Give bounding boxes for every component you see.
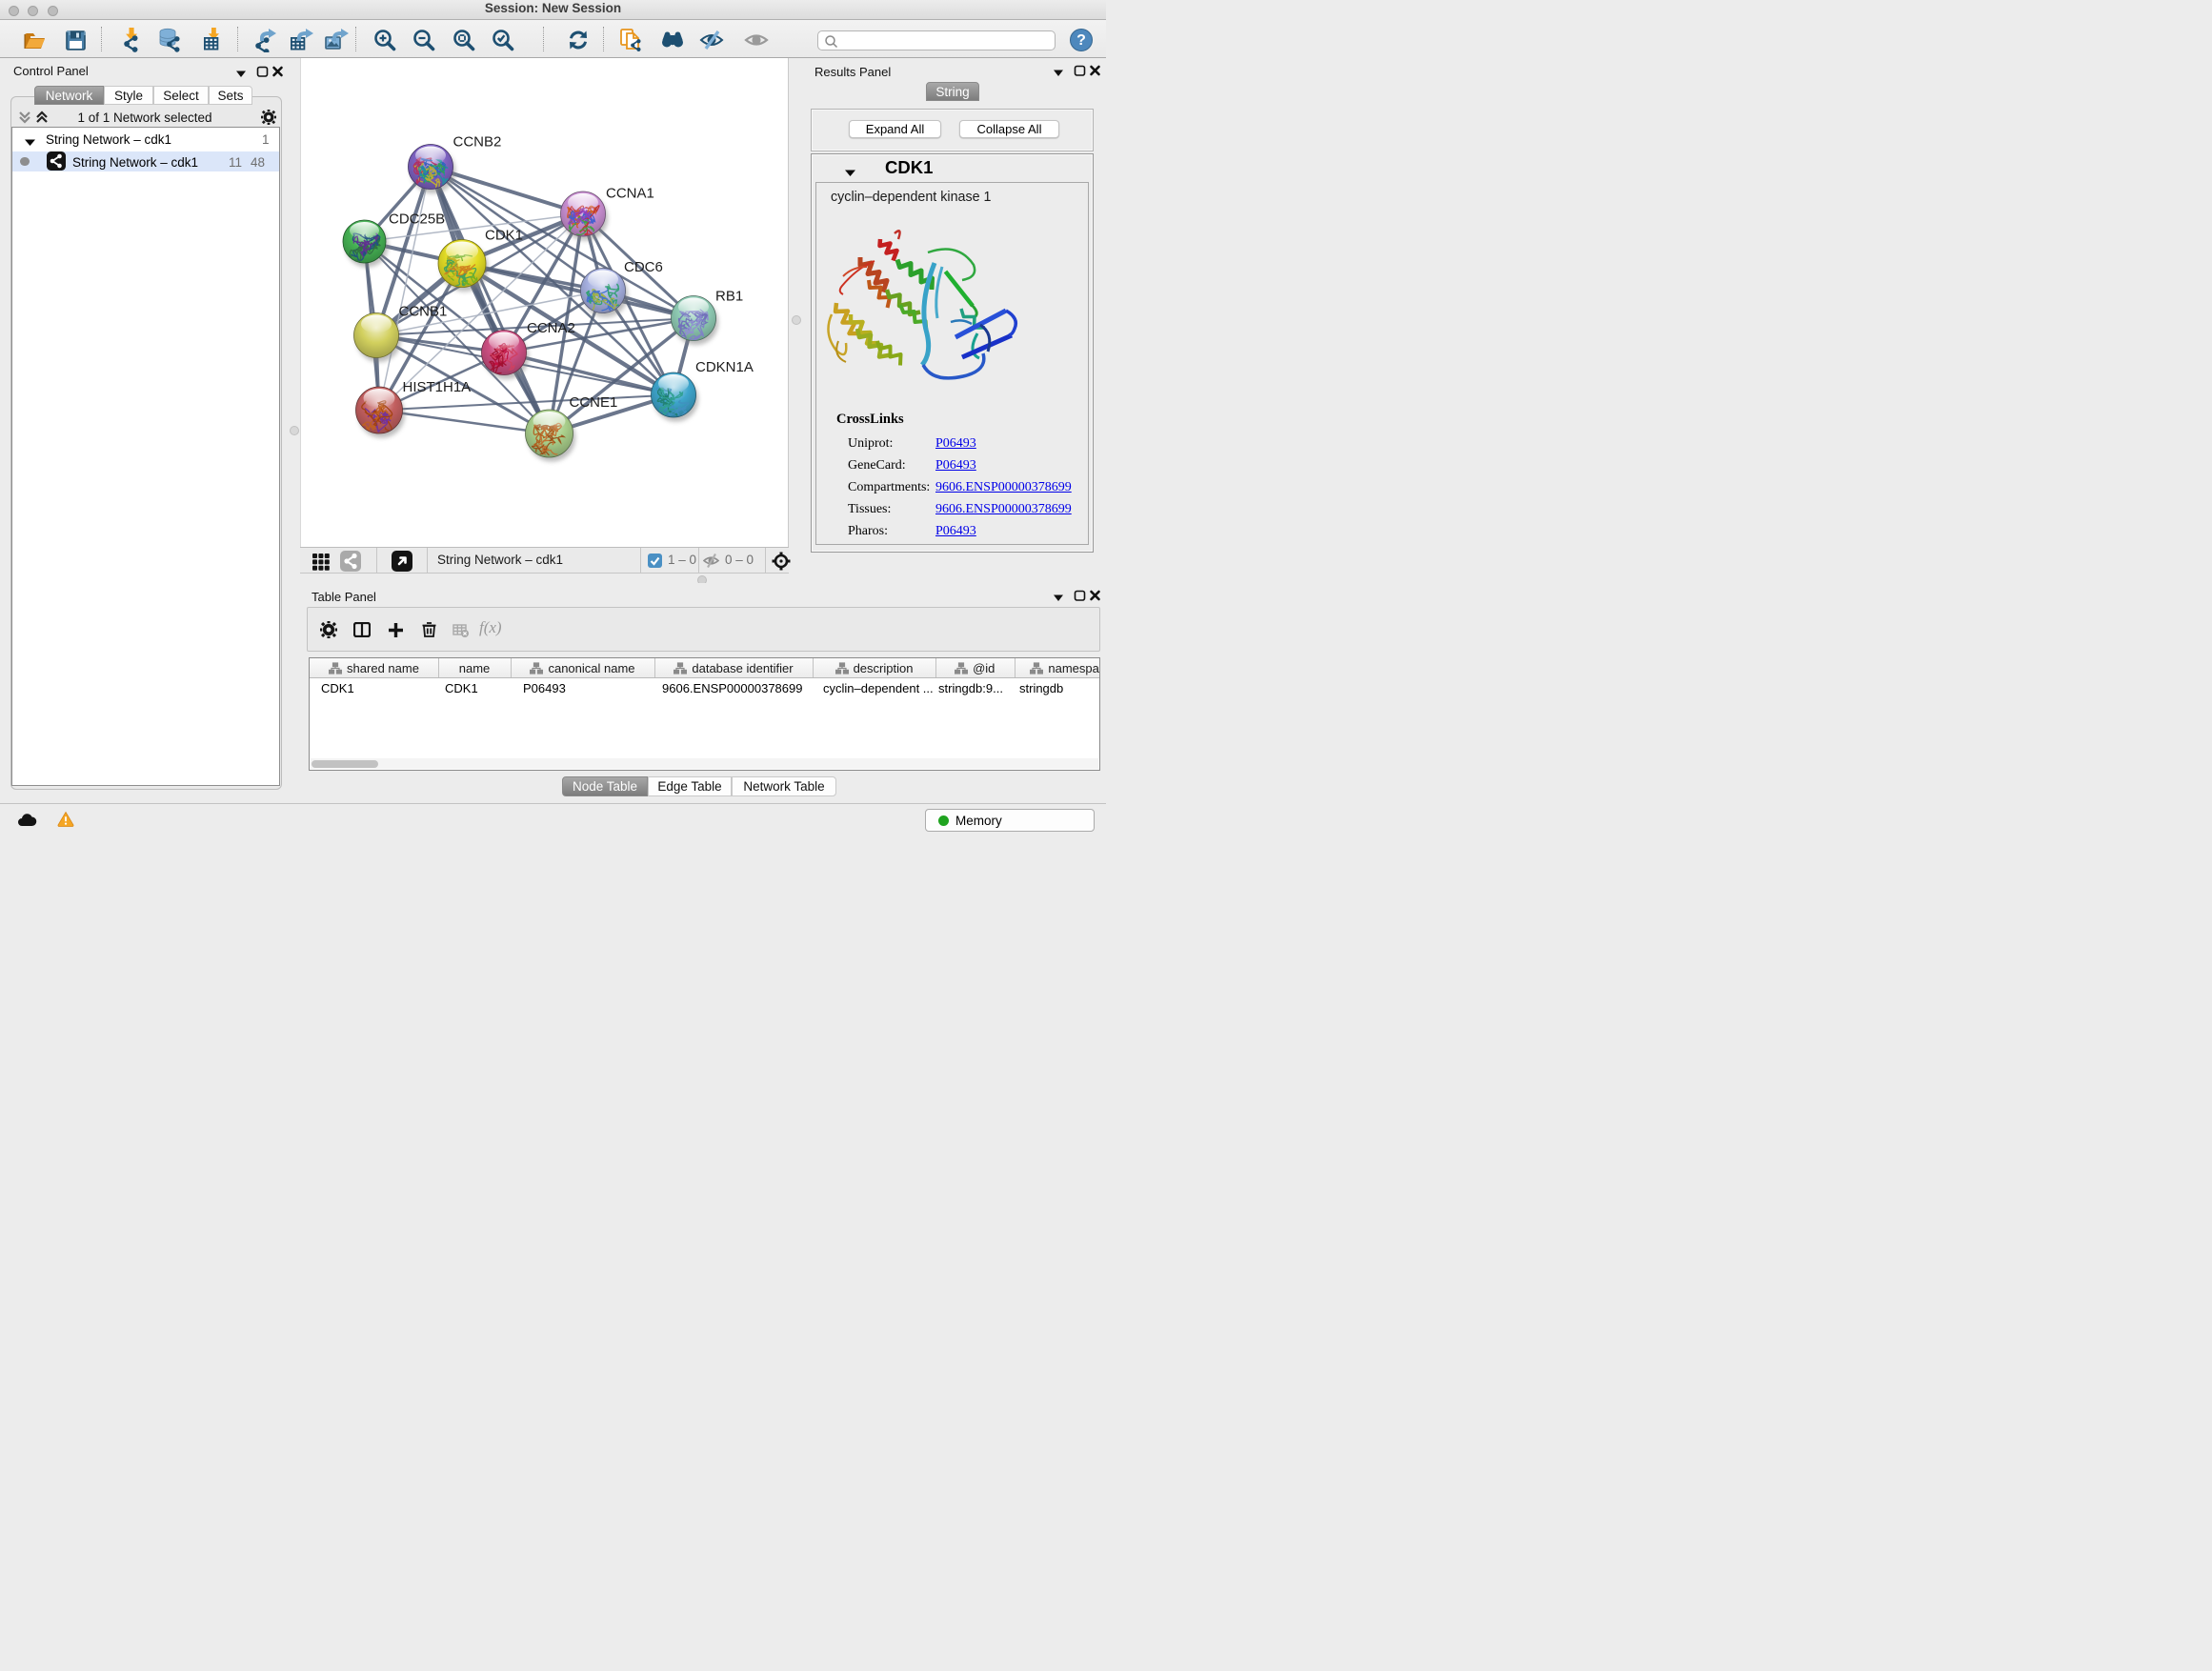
svg-text:CCNA1: CCNA1 — [606, 186, 654, 202]
svg-text:RB1: RB1 — [715, 289, 743, 305]
svg-text:HIST1H1A: HIST1H1A — [403, 379, 472, 395]
svg-text:CDK1: CDK1 — [485, 228, 523, 244]
svg-text:CCNA2: CCNA2 — [527, 320, 575, 336]
svg-text:CDC25B: CDC25B — [389, 211, 445, 228]
svg-text:CCNE1: CCNE1 — [570, 394, 618, 411]
svg-text:CDC6: CDC6 — [624, 259, 663, 275]
svg-text:CCNB1: CCNB1 — [399, 304, 448, 320]
svg-text:CDKN1A: CDKN1A — [695, 359, 754, 375]
svg-text:CCNB2: CCNB2 — [453, 134, 502, 151]
